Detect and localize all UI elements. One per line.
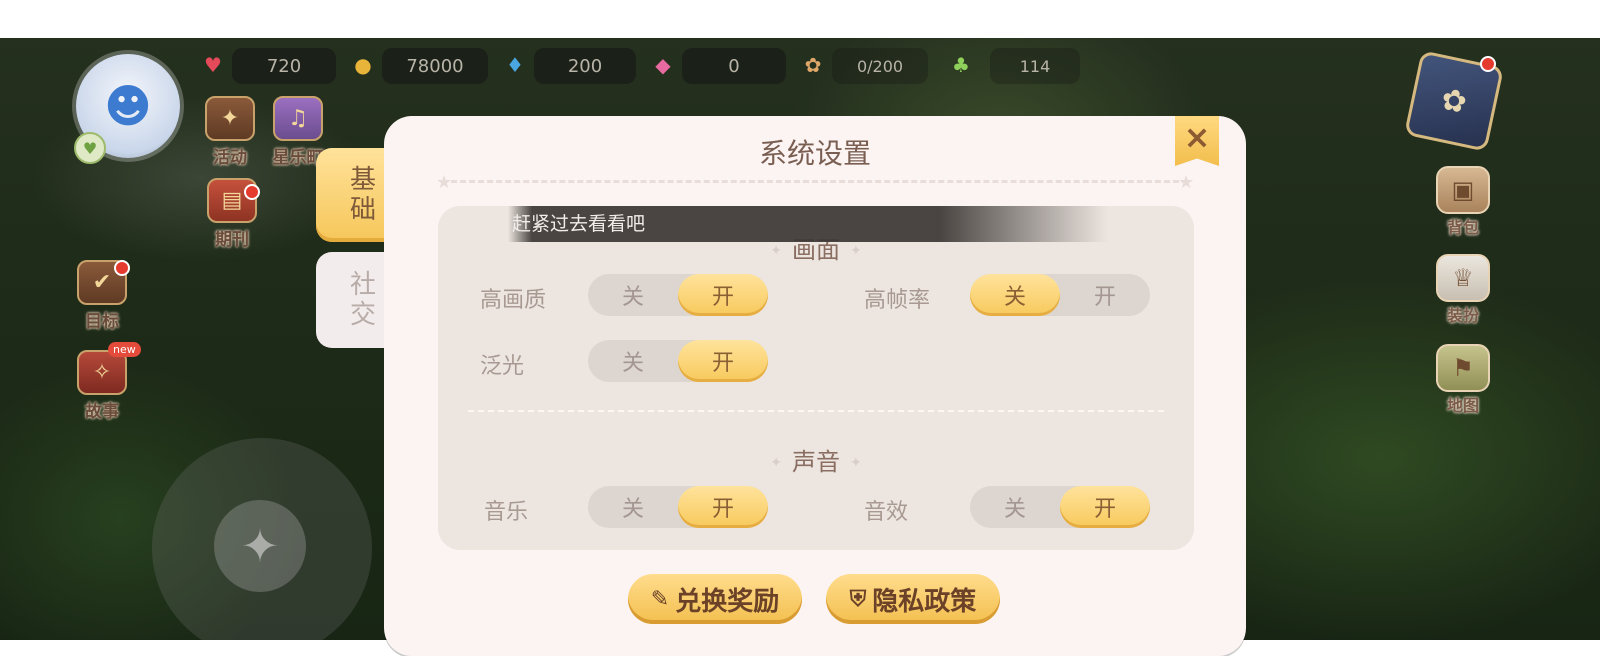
outfit-icon: ♕	[1436, 254, 1490, 302]
backpack-icon: ▣	[1436, 166, 1490, 214]
menu-newspaper-label: 期刊	[215, 230, 249, 250]
target-notification-dot	[114, 260, 130, 276]
music-label: 音乐	[484, 500, 529, 525]
avatar-character-icon: ☻	[104, 79, 152, 133]
town-icon: ♫	[273, 96, 323, 141]
sfx-on[interactable]: 开	[1060, 486, 1150, 528]
sfx-off[interactable]: 关	[970, 486, 1060, 528]
potion-icon[interactable]: ♦	[498, 50, 532, 80]
high-quality-label: 高画质	[480, 288, 547, 313]
compass-icon: ✦	[214, 500, 306, 592]
sparkle-icon: ✦	[850, 455, 862, 471]
high-quality-off[interactable]: 关	[588, 274, 678, 316]
movement-joystick[interactable]: ✦	[152, 438, 372, 640]
bloom-label: 泛光	[480, 354, 525, 379]
handbook-notification-dot	[1480, 56, 1496, 72]
shield-icon: ⛨	[849, 586, 867, 612]
music-toggle[interactable]: 关 开	[588, 486, 768, 528]
sparkle-icon: ✦	[770, 455, 782, 471]
sparkle-icon: ✦	[770, 243, 782, 259]
settings-panel: ✦ 画面 ✦ 赶紧过去看看吧 高画质 关 开 高帧率 关 开 泛光 关 开 ✦ 声音 ✦…	[438, 206, 1194, 550]
menu-activity-label: 活动	[213, 148, 247, 168]
privacy-button[interactable]: ⛨ 隐私政策	[826, 574, 1000, 624]
high-fps-off[interactable]: 关	[970, 274, 1060, 316]
section-divider	[468, 410, 1164, 412]
heart-plus-icon[interactable]: ♥	[196, 50, 230, 80]
menu-map-label: 地图	[1446, 396, 1479, 415]
sound-section-title: ✦ 声音 ✦	[438, 442, 1194, 477]
title-divider	[442, 180, 1188, 183]
settings-dialog: 系统设置 × ★ ★ ✦ 画面 ✦ 赶紧过去看看吧 高画质 关 开 高帧率 关 开 …	[384, 116, 1246, 656]
redeem-button[interactable]: ✎ 兑换奖励	[628, 574, 802, 624]
clover-icon: ♣	[952, 53, 970, 77]
bloom-on[interactable]: 开	[678, 340, 768, 382]
gem-icon[interactable]: ◆	[646, 50, 680, 80]
music-on[interactable]: 开	[678, 486, 768, 528]
activity-icon: ✦	[205, 96, 255, 141]
menu-story[interactable]: ✧ 故事	[70, 350, 134, 422]
menu-backpack[interactable]: ▣ 背包	[1428, 166, 1498, 238]
newspaper-notification-dot	[244, 184, 260, 200]
star-decoration-icon: ★	[1178, 172, 1195, 193]
menu-activity[interactable]: ✦ 活动	[198, 96, 262, 168]
bloom-toggle[interactable]: 关 开	[588, 340, 768, 382]
bloom-off[interactable]: 关	[588, 340, 678, 382]
clover-counter: 114	[990, 48, 1080, 84]
high-fps-toggle[interactable]: 关 开	[970, 274, 1150, 316]
high-fps-label: 高帧率	[864, 288, 931, 313]
high-quality-on[interactable]: 开	[678, 274, 768, 316]
redeem-button-label: 兑换奖励	[675, 586, 780, 617]
map-icon: ⚑	[1436, 344, 1490, 392]
heart-status-icon: ♥	[74, 132, 106, 164]
sfx-label: 音效	[864, 500, 909, 525]
menu-map[interactable]: ⚑ 地图	[1428, 344, 1498, 416]
menu-backpack-label: 背包	[1446, 218, 1479, 237]
high-fps-on[interactable]: 开	[1060, 274, 1150, 316]
menu-outfit[interactable]: ♕ 装扮	[1428, 254, 1498, 326]
music-off[interactable]: 关	[588, 486, 678, 528]
potion-counter: 200	[534, 48, 636, 84]
sfx-toggle[interactable]: 关 开	[970, 486, 1150, 528]
privacy-button-label: 隐私政策	[872, 586, 977, 617]
story-new-badge: new	[108, 342, 141, 357]
pet-icon: ✿	[804, 53, 822, 77]
toast-message: 赶紧过去看看吧	[508, 206, 1108, 242]
sound-title-text: 声音	[792, 448, 840, 476]
pets-counter: 0/200	[832, 48, 928, 84]
hearts-counter: 720	[232, 48, 336, 84]
coins-counter: 78000	[382, 48, 488, 84]
coin-icon[interactable]: ●	[346, 50, 380, 80]
menu-target-label: 目标	[85, 312, 119, 332]
dialog-title: 系统设置	[758, 137, 871, 170]
sparkle-icon: ✦	[850, 243, 862, 259]
menu-story-label: 故事	[85, 402, 119, 422]
menu-outfit-label: 装扮	[1446, 306, 1479, 325]
gems-counter: 0	[682, 48, 786, 84]
close-icon[interactable]: ×	[1175, 116, 1219, 166]
high-quality-toggle[interactable]: 关 开	[588, 274, 768, 316]
pencil-icon: ✎	[650, 586, 670, 612]
